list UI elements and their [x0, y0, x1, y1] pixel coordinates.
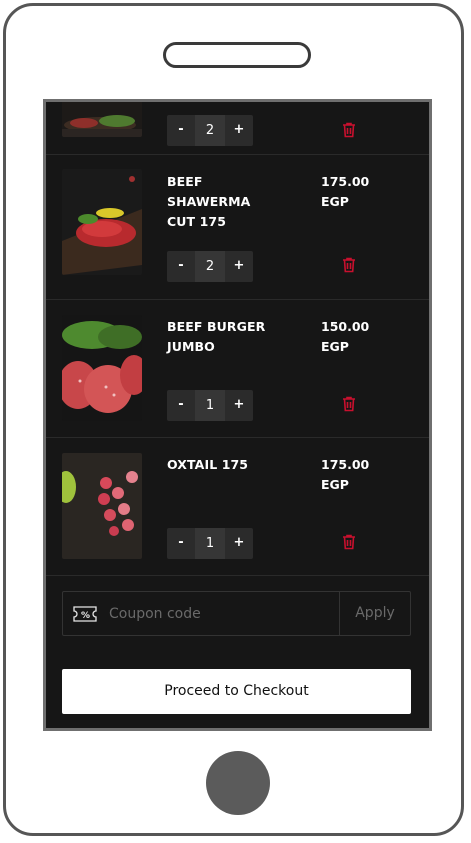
product-image	[62, 315, 142, 421]
coupon-field: % Apply	[62, 591, 411, 636]
decrease-button[interactable]: -	[167, 251, 195, 282]
product-name: BEEF BURGER JUMBO	[167, 319, 266, 354]
coupon-icon: %	[73, 606, 97, 622]
cart-screen[interactable]: - 2 + BEEF SHAWERMA CUT 175 175.00 EGP -…	[43, 99, 432, 731]
proceed-to-checkout-button[interactable]: Proceed to Checkout	[62, 669, 411, 714]
trash-icon[interactable]	[342, 534, 356, 550]
product-name: OXTAIL 175	[167, 457, 249, 472]
product-price: 150.00 EGP	[321, 319, 370, 354]
product-image	[62, 102, 142, 137]
decrease-button[interactable]: -	[167, 390, 195, 421]
cart-item: BEEF SHAWERMA CUT 175 175.00 EGP - 2 +	[46, 154, 429, 300]
product-price: 175.00 EGP	[321, 174, 370, 209]
phone-speaker	[163, 42, 311, 68]
trash-icon[interactable]	[342, 122, 356, 138]
cart-item: OXTAIL 175 175.00 EGP - 1 +	[46, 437, 429, 576]
product-price: 175.00 EGP	[321, 457, 370, 492]
product-image	[62, 169, 142, 275]
apply-coupon-button[interactable]: Apply	[339, 592, 410, 635]
decrease-button[interactable]: -	[167, 528, 195, 559]
decrease-button[interactable]: -	[167, 115, 195, 146]
product-name: BEEF SHAWERMA CUT 175	[167, 174, 251, 229]
increase-button[interactable]: +	[225, 390, 253, 421]
quantity-stepper[interactable]: - 2 +	[167, 251, 253, 282]
svg-text:%: %	[81, 611, 90, 621]
increase-button[interactable]: +	[225, 528, 253, 559]
quantity-stepper[interactable]: - 1 +	[167, 528, 253, 559]
quantity-value: 1	[195, 390, 225, 421]
quantity-value: 1	[195, 528, 225, 559]
trash-icon[interactable]	[342, 257, 356, 273]
cart-item: - 2 +	[46, 102, 429, 155]
increase-button[interactable]: +	[225, 115, 253, 146]
quantity-stepper[interactable]: - 1 +	[167, 390, 253, 421]
increase-button[interactable]: +	[225, 251, 253, 282]
quantity-stepper[interactable]: - 2 +	[167, 115, 253, 146]
quantity-value: 2	[195, 251, 225, 282]
product-image	[62, 453, 142, 559]
phone-home-button	[206, 751, 270, 815]
trash-icon[interactable]	[342, 396, 356, 412]
quantity-value: 2	[195, 115, 225, 146]
cart-item: BEEF BURGER JUMBO 150.00 EGP - 1 +	[46, 299, 429, 438]
coupon-input[interactable]	[109, 592, 329, 635]
